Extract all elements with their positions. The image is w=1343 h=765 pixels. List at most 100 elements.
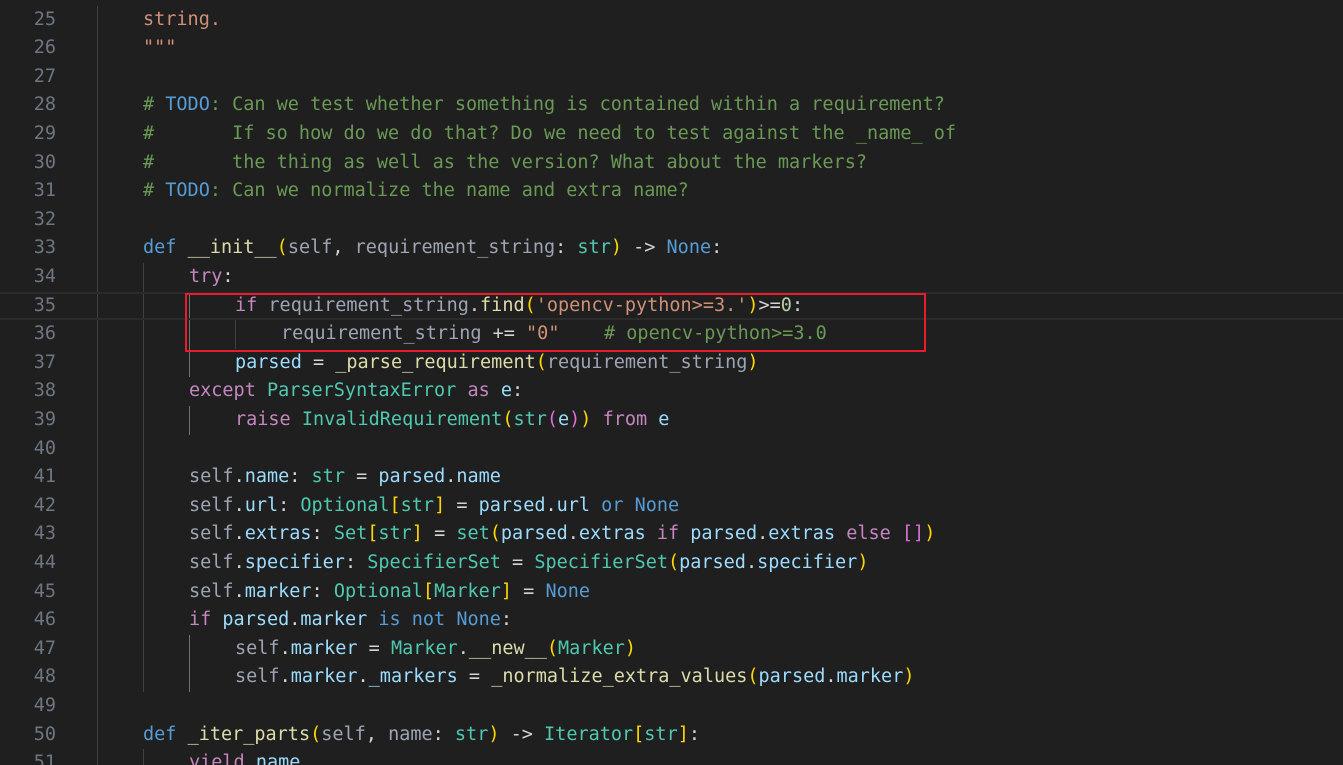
code-text[interactable]: def _iter_parts(self, name: str) -> Iter… bbox=[143, 721, 700, 750]
code-token: marker bbox=[290, 666, 358, 688]
code-token: else bbox=[835, 523, 902, 545]
code-token: . bbox=[289, 609, 301, 631]
line-number: 30 bbox=[33, 151, 56, 173]
code-token: ( bbox=[310, 723, 322, 745]
code-token: -> bbox=[499, 723, 545, 745]
code-token: marker bbox=[300, 609, 368, 631]
code-line[interactable]: 25 string. bbox=[0, 6, 1343, 35]
code-text[interactable]: # the thing as well as the version? What… bbox=[143, 149, 867, 178]
code-token: = bbox=[512, 580, 546, 602]
code-token: raise bbox=[235, 409, 302, 430]
code-line[interactable]: 42 self.url: Optional[str] = parsed.url o… bbox=[0, 492, 1343, 521]
code-line[interactable]: 39 raise InvalidRequirement(str(e)) from … bbox=[0, 406, 1343, 435]
code-token: ) bbox=[569, 409, 581, 430]
code-token: url bbox=[556, 494, 591, 516]
code-token: ParserSyntaxError bbox=[266, 380, 457, 402]
code-token: self bbox=[189, 552, 234, 573]
code-text[interactable]: self.marker = Marker.__new__(Marker) bbox=[235, 635, 636, 664]
code-editor[interactable]: 25 string. 26 """ 27 28 # TODO: Can we test wh… bbox=[0, 0, 1343, 765]
code-text[interactable]: if parsed.marker is not None: bbox=[189, 606, 512, 635]
code-token: ) bbox=[488, 723, 500, 745]
code-line[interactable]: 47 self.marker = Marker.__new__(Marker) bbox=[0, 635, 1343, 664]
code-token: = bbox=[500, 552, 535, 573]
code-line[interactable]: 28 # TODO: Can we test whether something … bbox=[0, 91, 1343, 120]
line-number: 41 bbox=[33, 466, 56, 488]
code-line[interactable]: 43 self.extras: Set[str] = set(parsed.ext… bbox=[0, 520, 1343, 549]
code-line[interactable]: 44 self.specifier: SpecifierSet = Specifi… bbox=[0, 549, 1343, 578]
code-token: # bbox=[143, 180, 166, 202]
code-text[interactable]: raise InvalidRequirement(str(e)) from e bbox=[235, 406, 669, 435]
code-line[interactable]: 32 bbox=[0, 206, 1343, 235]
code-token: ] bbox=[434, 494, 446, 516]
code-line[interactable]: 45 self.marker: Optional[Marker] = None bbox=[0, 578, 1343, 607]
code-token: : bbox=[500, 609, 513, 631]
code-line[interactable]: 49 bbox=[0, 692, 1343, 721]
code-line[interactable]: 33 def __init__(self, requirement_string:… bbox=[0, 234, 1343, 263]
code-line[interactable]: 40 bbox=[0, 435, 1343, 464]
code-line[interactable]: 46 if parsed.marker is not None: bbox=[0, 606, 1343, 635]
code-line[interactable]: 29 # If so how do we do that? Do we need … bbox=[0, 120, 1343, 149]
code-line[interactable]: 27 bbox=[0, 63, 1343, 92]
code-token: . bbox=[545, 494, 557, 516]
code-token: . bbox=[279, 637, 291, 659]
code-token: . bbox=[445, 466, 457, 488]
line-number: 38 bbox=[33, 380, 56, 402]
code-line[interactable]: 51 yield name bbox=[0, 749, 1343, 765]
code-token: Marker bbox=[434, 580, 501, 602]
code-line[interactable]: 50 def _iter_parts(self, name: str) -> It… bbox=[0, 721, 1343, 750]
code-text[interactable]: self.marker._markers = _normalize_extra_… bbox=[235, 663, 914, 692]
code-text[interactable]: """ bbox=[143, 34, 176, 63]
code-line[interactable]: 37 parsed = _parse_requirement(requiremen… bbox=[0, 349, 1343, 378]
code-line[interactable]: 31 # TODO: Can we normalize the name and … bbox=[0, 177, 1343, 206]
code-line[interactable]: 38 except ParserSyntaxError as e: bbox=[0, 377, 1343, 406]
code-token: [ bbox=[633, 723, 645, 745]
code-text[interactable]: # TODO: Can we test whether something is… bbox=[143, 91, 945, 120]
code-line[interactable]: 41 self.name: str = parsed.name bbox=[0, 463, 1343, 492]
code-text[interactable]: self.specifier: SpecifierSet = Specifier… bbox=[189, 549, 868, 578]
code-token: extras bbox=[578, 523, 646, 545]
code-token: str bbox=[513, 409, 547, 430]
code-text[interactable]: self.url: Optional[str] = parsed.url or … bbox=[189, 492, 679, 521]
code-token: str bbox=[577, 237, 611, 259]
code-text[interactable]: self.name: str = parsed.name bbox=[189, 463, 501, 492]
code-text[interactable]: # TODO: Can we normalize the name and ex… bbox=[143, 177, 689, 206]
code-token: = bbox=[457, 666, 492, 688]
code-token: # If so how do we do that? Do we need to… bbox=[143, 123, 957, 144]
code-token: Marker bbox=[558, 637, 625, 659]
code-token: : bbox=[222, 266, 234, 287]
code-token: , bbox=[332, 237, 355, 259]
code-text[interactable]: def __init__(self, requirement_string: s… bbox=[143, 234, 722, 263]
code-token: def bbox=[143, 237, 188, 259]
code-text[interactable]: except ParserSyntaxError as e: bbox=[189, 377, 523, 406]
code-text[interactable]: self.extras: Set[str] = set(parsed.extra… bbox=[189, 520, 935, 549]
code-token: Optional bbox=[333, 580, 423, 602]
code-line[interactable]: 48 self.marker._markers = _normalize_extr… bbox=[0, 663, 1343, 692]
code-token: specifier bbox=[757, 552, 858, 573]
line-number: 48 bbox=[33, 666, 56, 688]
code-token: extras bbox=[244, 523, 312, 545]
code-text[interactable]: parsed = _parse_requirement(requirement_… bbox=[235, 349, 759, 378]
code-line[interactable]: 26 """ bbox=[0, 34, 1343, 63]
code-line[interactable]: 34 try: bbox=[0, 263, 1343, 292]
code-text[interactable]: string. bbox=[143, 6, 221, 35]
code-token: . bbox=[233, 552, 245, 573]
code-text[interactable]: self.marker: Optional[Marker] = None bbox=[189, 578, 590, 607]
code-text[interactable]: # If so how do we do that? Do we need to… bbox=[143, 120, 956, 149]
code-text[interactable]: try: bbox=[189, 263, 234, 292]
code-token: InvalidRequirement bbox=[301, 409, 503, 430]
line-number: 26 bbox=[33, 37, 56, 59]
line-number: 32 bbox=[33, 208, 56, 230]
code-token: : bbox=[311, 580, 334, 602]
code-token: None bbox=[545, 580, 591, 602]
code-token: self bbox=[287, 237, 333, 259]
code-token: self bbox=[235, 637, 280, 659]
code-line[interactable]: 30 # the thing as well as the version? Wh… bbox=[0, 149, 1343, 178]
code-text[interactable]: yield name bbox=[189, 749, 300, 765]
code-token: ] bbox=[677, 723, 689, 745]
code-token: [ bbox=[422, 580, 435, 602]
code-token: ) bbox=[857, 552, 869, 573]
line-number: 45 bbox=[33, 580, 56, 602]
line-number: 36 bbox=[33, 323, 56, 345]
line-number: 51 bbox=[33, 752, 56, 765]
code-token: ( bbox=[747, 666, 759, 688]
